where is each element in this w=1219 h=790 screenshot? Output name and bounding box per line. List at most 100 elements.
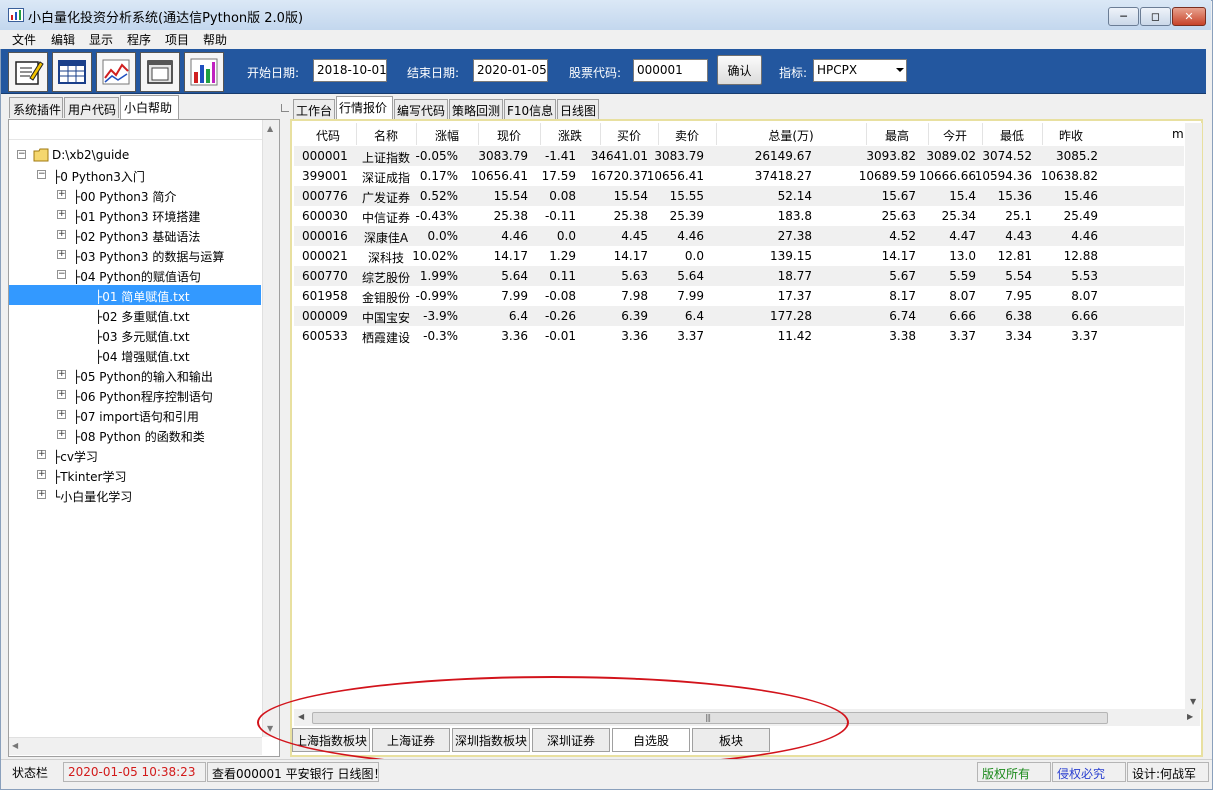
tree-node[interactable]: + ├00 Python3 简介 bbox=[9, 185, 262, 205]
table-row[interactable]: 600030 中信证券 -0.43% 25.38 -0.11 25.38 25.39 183.… bbox=[294, 206, 1184, 226]
expand-icon[interactable]: + bbox=[57, 210, 66, 219]
scroll-down-icon[interactable]: ▼ bbox=[1190, 697, 1196, 706]
menu-edit[interactable]: 编辑 bbox=[51, 31, 75, 48]
column-separator[interactable] bbox=[1042, 123, 1043, 145]
btab-sz-index[interactable]: 深圳指数板块 bbox=[452, 728, 530, 752]
scroll-right-icon[interactable]: ▶ bbox=[1187, 712, 1193, 721]
edit-tool-button[interactable] bbox=[8, 52, 48, 92]
tree-node[interactable]: + ├07 import语句和引用 bbox=[9, 405, 262, 425]
expand-icon[interactable]: + bbox=[37, 450, 46, 459]
expand-icon[interactable]: + bbox=[57, 410, 66, 419]
minimize-button[interactable]: ─ bbox=[1108, 7, 1139, 26]
tree-node[interactable]: − ├04 Python的赋值语句 bbox=[9, 265, 262, 285]
column-header[interactable]: 昨收 bbox=[1042, 127, 1100, 144]
table-row[interactable]: 000776 广发证券 0.52% 15.54 0.08 15.54 15.55 52.14 1… bbox=[294, 186, 1184, 206]
expand-icon[interactable]: + bbox=[57, 370, 66, 379]
table-row[interactable]: 000001 上证指数 -0.05% 3083.79 -1.41 34641.01 3083… bbox=[294, 146, 1184, 166]
table-row[interactable]: 600533 栖霞建设 -0.3% 3.36 -0.01 3.36 3.37 11.42 3.3… bbox=[294, 326, 1184, 346]
tree-node[interactable]: + ├cv学习 bbox=[9, 445, 262, 465]
expand-icon[interactable]: + bbox=[37, 490, 46, 499]
expand-icon[interactable]: + bbox=[57, 390, 66, 399]
tab-f10-info[interactable]: F10信息 bbox=[504, 99, 556, 119]
end-date-input[interactable]: 2020-01-05 bbox=[473, 59, 548, 82]
column-header[interactable]: m bbox=[1172, 127, 1184, 141]
tab-workbench[interactable]: 工作台 bbox=[293, 99, 335, 119]
table-row[interactable]: 601958 金钼股份 -0.99% 7.99 -0.08 7.98 7.99 17.37 8.… bbox=[294, 286, 1184, 306]
column-header[interactable]: 买价 bbox=[600, 127, 658, 144]
tree-node[interactable]: + ├08 Python 的函数和类 bbox=[9, 425, 262, 445]
table-horizontal-scrollbar[interactable]: ◀ ||| ▶ bbox=[294, 709, 1200, 726]
btab-watchlist[interactable]: 自选股 bbox=[612, 728, 690, 752]
tab-system-plugins[interactable]: 系统插件 bbox=[9, 97, 63, 118]
table-row[interactable]: 000016 深康佳A 0.0% 4.46 0.0 4.45 4.46 27.38 4.52 4.… bbox=[294, 226, 1184, 246]
scroll-left-icon[interactable]: ◀ bbox=[298, 712, 304, 721]
column-header[interactable]: 代码 bbox=[300, 127, 356, 144]
tree-node[interactable]: ├04 增强赋值.txt bbox=[9, 345, 262, 365]
table-row[interactable]: 000009 中国宝安 -3.9% 6.4 -0.26 6.39 6.4 177.28 6.74… bbox=[294, 306, 1184, 326]
column-separator[interactable] bbox=[866, 123, 867, 145]
tree-node[interactable]: − D:\xb2\guide bbox=[9, 145, 262, 165]
column-separator[interactable] bbox=[540, 123, 541, 145]
start-date-input[interactable]: 2018-10-01 bbox=[313, 59, 387, 82]
line-chart-tool-button[interactable] bbox=[96, 52, 136, 92]
table-row[interactable]: 000021 深科技 10.02% 14.17 1.29 14.17 0.0 139.15 14… bbox=[294, 246, 1184, 266]
tree-node[interactable]: + ├05 Python的输入和输出 bbox=[9, 365, 262, 385]
btab-sectors[interactable]: 板块 bbox=[692, 728, 770, 752]
column-separator[interactable] bbox=[658, 123, 659, 145]
table-tool-button[interactable] bbox=[52, 52, 92, 92]
btab-sh-stocks[interactable]: 上海证券 bbox=[372, 728, 450, 752]
tree-node[interactable]: + ├03 Python3 的数据与运算 bbox=[9, 245, 262, 265]
scroll-down-icon[interactable]: ▼ bbox=[267, 724, 273, 733]
column-header[interactable]: 卖价 bbox=[658, 127, 716, 144]
table-row[interactable]: 600770 综艺股份 1.99% 5.64 0.11 5.63 5.64 18.77 5.67… bbox=[294, 266, 1184, 286]
column-header[interactable]: 涨幅 bbox=[416, 127, 478, 144]
menu-project[interactable]: 项目 bbox=[165, 31, 189, 48]
stock-code-input[interactable]: 000001 bbox=[633, 59, 708, 82]
btab-sh-index[interactable]: 上海指数板块 bbox=[292, 728, 370, 752]
tree-node[interactable]: ├01 简单赋值.txt bbox=[9, 285, 262, 305]
scroll-up-icon[interactable]: ▲ bbox=[267, 124, 273, 133]
column-header[interactable]: 今开 bbox=[928, 127, 982, 144]
menu-program[interactable]: 程序 bbox=[127, 31, 151, 48]
tree-horizontal-scrollbar[interactable]: ◀ bbox=[9, 737, 262, 755]
tab-xiaobai-help[interactable]: 小白帮助 bbox=[120, 95, 179, 119]
confirm-button[interactable]: 确认 bbox=[717, 55, 762, 85]
scroll-thumb[interactable]: ||| bbox=[312, 712, 1108, 724]
tab-daily-chart[interactable]: 日线图 bbox=[557, 99, 599, 119]
table-row[interactable]: 399001 深证成指 0.17% 10656.41 17.59 16720.37 1065… bbox=[294, 166, 1184, 186]
menu-help[interactable]: 帮助 bbox=[203, 31, 227, 48]
tree-node[interactable]: + ├06 Python程序控制语句 bbox=[9, 385, 262, 405]
tree-node[interactable]: + ├02 Python3 基础语法 bbox=[9, 225, 262, 245]
expand-icon[interactable]: + bbox=[57, 430, 66, 439]
tree-node[interactable]: + └小白量化学习 bbox=[9, 485, 262, 505]
close-button[interactable]: ✕ bbox=[1172, 7, 1206, 26]
menu-file[interactable]: 文件 bbox=[12, 31, 36, 48]
tree-node[interactable]: ├02 多重赋值.txt bbox=[9, 305, 262, 325]
column-separator[interactable] bbox=[478, 123, 479, 145]
scroll-left-icon[interactable]: ◀ bbox=[12, 741, 18, 750]
expand-icon[interactable]: + bbox=[57, 230, 66, 239]
column-separator[interactable] bbox=[928, 123, 929, 145]
column-header[interactable]: 最高 bbox=[866, 127, 928, 144]
column-header[interactable]: 现价 bbox=[478, 127, 540, 144]
bar-chart-tool-button[interactable] bbox=[184, 52, 224, 92]
column-header[interactable]: 名称 bbox=[356, 127, 416, 144]
menu-view[interactable]: 显示 bbox=[89, 31, 113, 48]
column-header[interactable]: 总量(万) bbox=[716, 127, 866, 144]
collapse-icon[interactable]: − bbox=[37, 170, 46, 179]
tree-node[interactable]: ├03 多元赋值.txt bbox=[9, 325, 262, 345]
splitter-handle[interactable] bbox=[281, 104, 289, 112]
tab-user-code[interactable]: 用户代码 bbox=[64, 97, 119, 118]
expand-icon[interactable]: + bbox=[57, 250, 66, 259]
column-header[interactable]: 最低 bbox=[982, 127, 1042, 144]
tab-backtest[interactable]: 策略回测 bbox=[449, 99, 503, 119]
tab-write-code[interactable]: 编写代码 bbox=[394, 99, 448, 119]
tree-vertical-scrollbar[interactable]: ▲ ▼ bbox=[262, 120, 279, 737]
tree-node[interactable]: + ├01 Python3 环境搭建 bbox=[9, 205, 262, 225]
btab-sz-stocks[interactable]: 深圳证券 bbox=[532, 728, 610, 752]
column-separator[interactable] bbox=[600, 123, 601, 145]
expand-icon[interactable]: + bbox=[37, 470, 46, 479]
column-separator[interactable] bbox=[716, 123, 717, 145]
table-vertical-scrollbar[interactable]: ▼ bbox=[1185, 123, 1202, 709]
column-separator[interactable] bbox=[982, 123, 983, 145]
